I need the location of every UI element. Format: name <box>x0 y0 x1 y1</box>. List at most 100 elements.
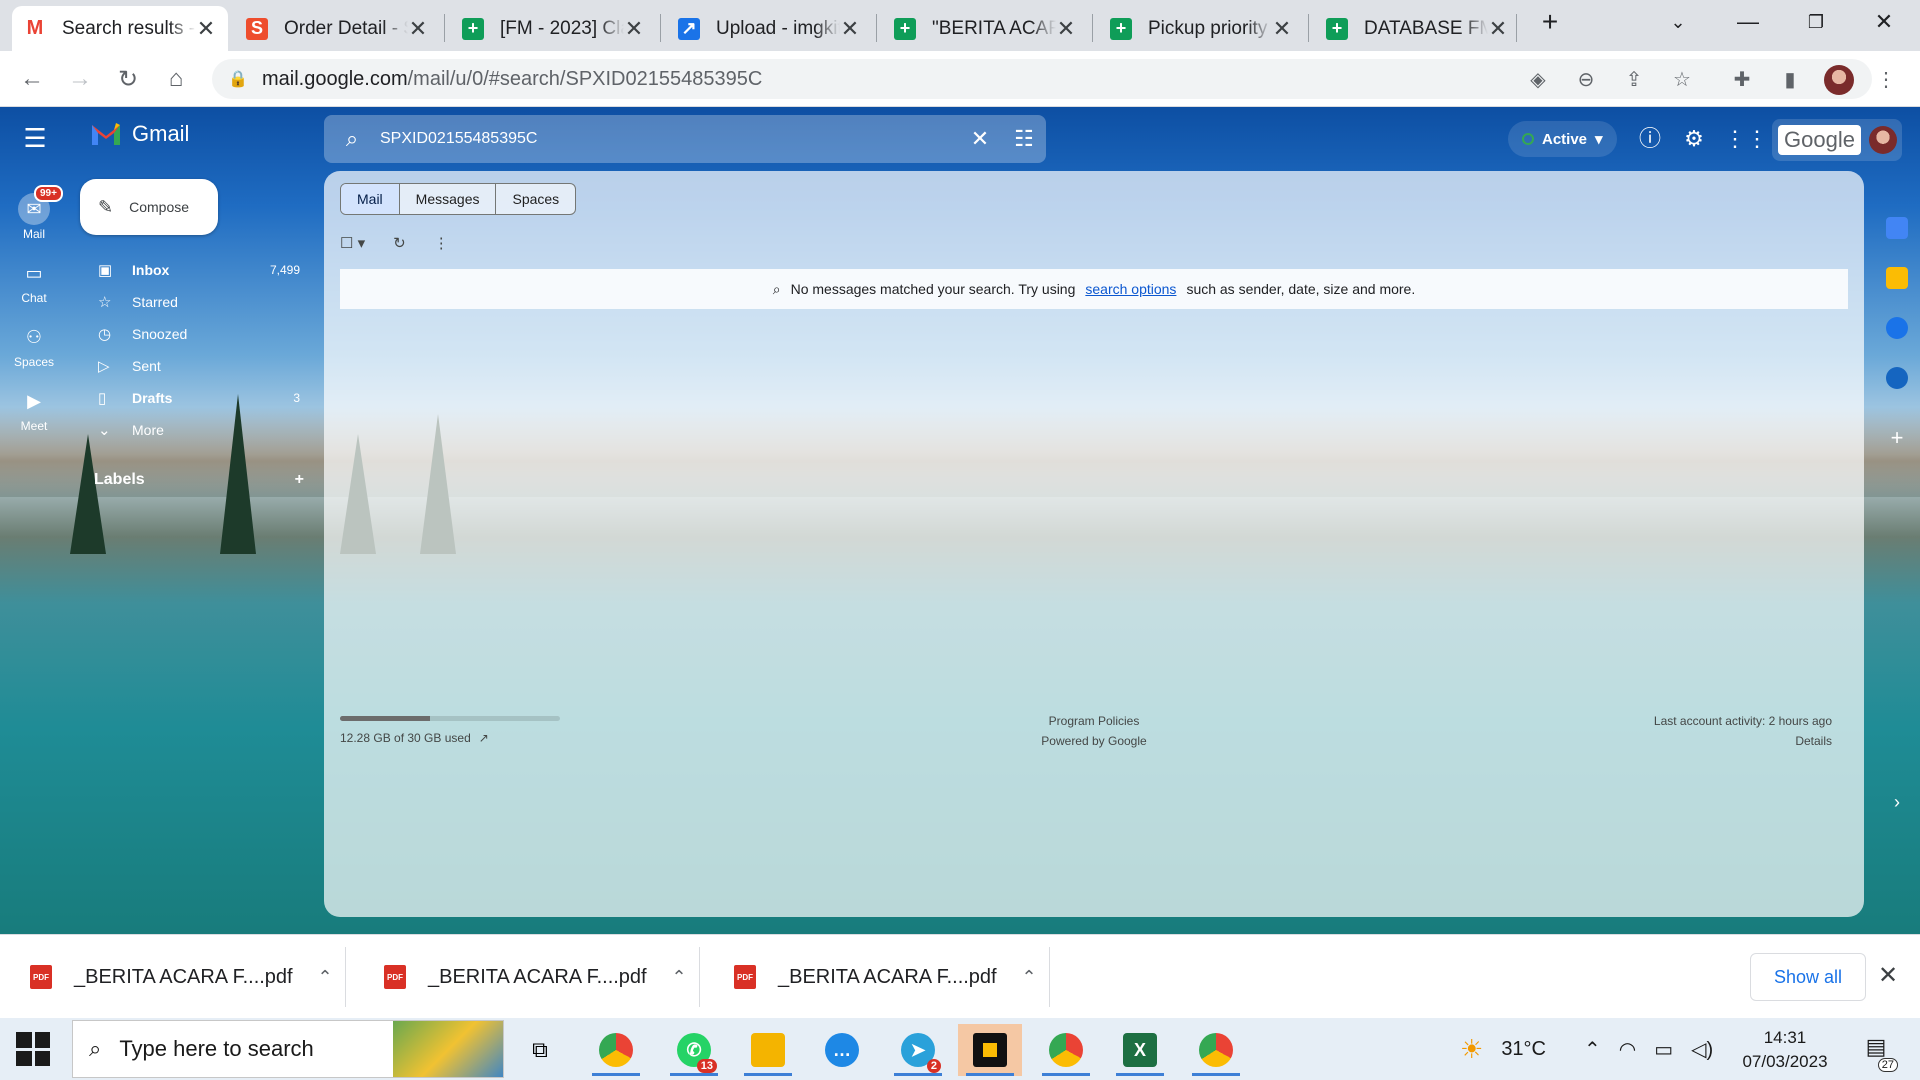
scope-tab-messages[interactable]: Messages <box>400 184 497 214</box>
home-icon[interactable]: ⌂ <box>158 61 194 97</box>
share-icon[interactable]: ⇪ <box>1620 65 1648 93</box>
program-policies-link[interactable]: Program Policies <box>324 711 1864 731</box>
forward-arrow-icon[interactable]: → <box>62 61 98 97</box>
taskbar-chrome-profile[interactable] <box>1034 1024 1098 1076</box>
nav-item-more[interactable]: ⌄ More <box>80 414 310 446</box>
minimize-window-button[interactable]: — <box>1718 0 1778 44</box>
nav-item-inbox[interactable]: ▣ Inbox 7,499 <box>80 254 310 286</box>
zoom-out-icon[interactable]: ⊖ <box>1572 65 1600 93</box>
expand-side-panel-icon[interactable]: › <box>1886 791 1908 813</box>
help-icon[interactable]: ⓘ <box>1636 125 1664 153</box>
close-tab-icon[interactable]: ✕ <box>624 16 644 42</box>
download-item[interactable]: PDF _BERITA ACARA F....pdf ⌃ <box>354 947 700 1007</box>
lock-icon[interactable]: 🔒 <box>228 69 248 89</box>
keep-icon[interactable] <box>1886 267 1908 289</box>
extensions-puzzle-icon[interactable]: ✚ <box>1728 65 1756 93</box>
taskbar-messenger[interactable]: … <box>810 1024 874 1076</box>
taskbar-whatsapp[interactable]: ✆ 13 <box>662 1024 726 1076</box>
add-addon-icon[interactable]: + <box>1886 427 1908 449</box>
rail-item-chat[interactable]: ▭ Chat <box>0 257 68 305</box>
show-hidden-icons-icon[interactable]: ⌃ <box>1584 1037 1601 1062</box>
contacts-icon[interactable] <box>1886 367 1908 389</box>
nav-item-starred[interactable]: ☆ Starred <box>80 286 310 318</box>
download-item[interactable]: PDF _BERITA ACARA F....pdf ⌃ <box>0 947 346 1007</box>
tab-fm-2023[interactable]: + [FM - 2023] Cla ✕ <box>450 6 656 51</box>
settings-gear-icon[interactable]: ⚙ <box>1680 125 1708 153</box>
rail-item-meet[interactable]: ▶ Meet <box>0 385 68 433</box>
nav-item-drafts[interactable]: ▯ Drafts 3 <box>80 382 310 414</box>
rail-item-mail[interactable]: ✉ 99+ Mail <box>0 185 68 241</box>
clear-search-icon[interactable]: ✕ <box>958 126 1002 152</box>
new-tab-button[interactable]: + <box>1520 0 1580 44</box>
chevron-up-icon[interactable]: ⌃ <box>305 967 345 988</box>
rail-item-spaces[interactable]: ⚇ Spaces <box>0 321 68 369</box>
search-options-link[interactable]: search options <box>1085 281 1176 297</box>
volume-icon[interactable]: ◁) <box>1691 1037 1713 1062</box>
close-tab-icon[interactable]: ✕ <box>1488 16 1508 42</box>
chevron-up-icon[interactable]: ⌃ <box>1009 967 1049 988</box>
tab-berita-acara[interactable]: + "BERITA ACAR/ ✕ <box>882 6 1088 51</box>
side-panel-icon[interactable]: ▮ <box>1776 65 1804 93</box>
bookmark-star-icon[interactable]: ☆ <box>1668 65 1696 93</box>
chevron-up-icon[interactable]: ⌃ <box>659 967 699 988</box>
google-account-button[interactable]: Google <box>1772 119 1902 161</box>
more-options-icon[interactable]: ⋮ <box>434 234 449 252</box>
main-menu-icon[interactable]: ☰ <box>20 123 50 153</box>
tab-pickup-priority[interactable]: + Pickup priority ✕ <box>1098 6 1304 51</box>
mail-search-bar[interactable]: ⌕ ✕ ☷ <box>324 115 1046 163</box>
show-all-button[interactable]: Show all <box>1750 953 1866 1001</box>
search-icon[interactable]: ⌕ <box>324 126 380 152</box>
task-view-icon[interactable]: ⧉ <box>508 1024 572 1076</box>
scope-tab-spaces[interactable]: Spaces <box>496 184 575 214</box>
nav-item-snoozed[interactable]: ◷ Snoozed <box>80 318 310 350</box>
close-tab-icon[interactable]: ✕ <box>196 16 216 42</box>
tab-order-detail[interactable]: S Order Detail - S ✕ <box>234 6 440 51</box>
tab-upload-imgkit[interactable]: ↗ Upload - imgkit ✕ <box>666 6 872 51</box>
back-arrow-icon[interactable]: ← <box>14 61 50 97</box>
profile-avatar[interactable] <box>1824 65 1854 95</box>
google-apps-icon[interactable]: ⋮⋮ <box>1724 125 1768 153</box>
close-tab-icon[interactable]: ✕ <box>1056 16 1076 42</box>
taskbar-search-box[interactable]: ⌕ Type here to search <box>72 1020 504 1078</box>
restore-window-button[interactable]: ❐ <box>1786 0 1846 44</box>
taskbar-chrome[interactable] <box>584 1024 648 1076</box>
taskbar-clock[interactable]: 14:31 07/03/2023 <box>1730 1026 1840 1074</box>
chrome-menu-icon[interactable]: ⋮ <box>1872 65 1900 93</box>
close-shelf-icon[interactable]: ✕ <box>1878 961 1898 990</box>
status-selector[interactable]: Active ▾ <box>1508 121 1617 157</box>
taskbar-chrome-2[interactable] <box>1184 1024 1248 1076</box>
battery-icon[interactable]: ▭ <box>1654 1037 1673 1062</box>
close-window-button[interactable]: ✕ <box>1854 0 1914 44</box>
scope-tab-mail[interactable]: Mail <box>341 184 400 214</box>
tab-database-fm[interactable]: + DATABASE FM ✕ <box>1314 6 1520 51</box>
close-tab-icon[interactable]: ✕ <box>1272 16 1292 42</box>
windows-start-icon[interactable] <box>16 1032 50 1066</box>
weather-icon[interactable]: ☀ <box>1460 1034 1483 1065</box>
taskbar-sticky-notes[interactable] <box>958 1024 1022 1076</box>
temperature[interactable]: 31°C <box>1501 1038 1546 1061</box>
nav-item-sent[interactable]: ▷ Sent <box>80 350 310 382</box>
close-tab-icon[interactable]: ✕ <box>408 16 428 42</box>
search-input[interactable] <box>380 130 958 148</box>
gmail-logo[interactable]: Gmail <box>90 121 189 147</box>
details-link[interactable]: Details <box>1654 731 1832 751</box>
taskbar-file-explorer[interactable] <box>736 1024 800 1076</box>
calendar-icon[interactable] <box>1886 217 1908 239</box>
taskbar-telegram[interactable]: ➤ 2 <box>886 1024 950 1076</box>
download-item[interactable]: PDF _BERITA ACARA F....pdf ⌃ <box>704 947 1050 1007</box>
select-all-checkbox[interactable]: ☐ ▾ <box>340 234 365 252</box>
close-tab-icon[interactable]: ✕ <box>840 16 860 42</box>
tab-search-chevron-icon[interactable]: ⌄ <box>1648 0 1708 44</box>
tasks-icon[interactable] <box>1886 317 1908 339</box>
search-options-icon[interactable]: ☷ <box>1002 126 1046 152</box>
tab-gmail-search[interactable]: M Search results - ✕ <box>12 6 228 51</box>
compose-button[interactable]: ✎ Compose <box>80 179 218 235</box>
refresh-icon[interactable]: ↻ <box>393 234 406 252</box>
running-indicator <box>966 1073 1014 1076</box>
notification-center-icon[interactable]: ▤ 27 <box>1858 1034 1898 1072</box>
wifi-icon[interactable]: ◠ <box>1619 1037 1636 1062</box>
add-label-icon[interactable]: + <box>295 471 304 489</box>
taskbar-excel[interactable]: X <box>1108 1024 1172 1076</box>
extension-diamond-icon[interactable]: ◈ <box>1524 65 1552 93</box>
reload-icon[interactable]: ↻ <box>110 61 146 97</box>
